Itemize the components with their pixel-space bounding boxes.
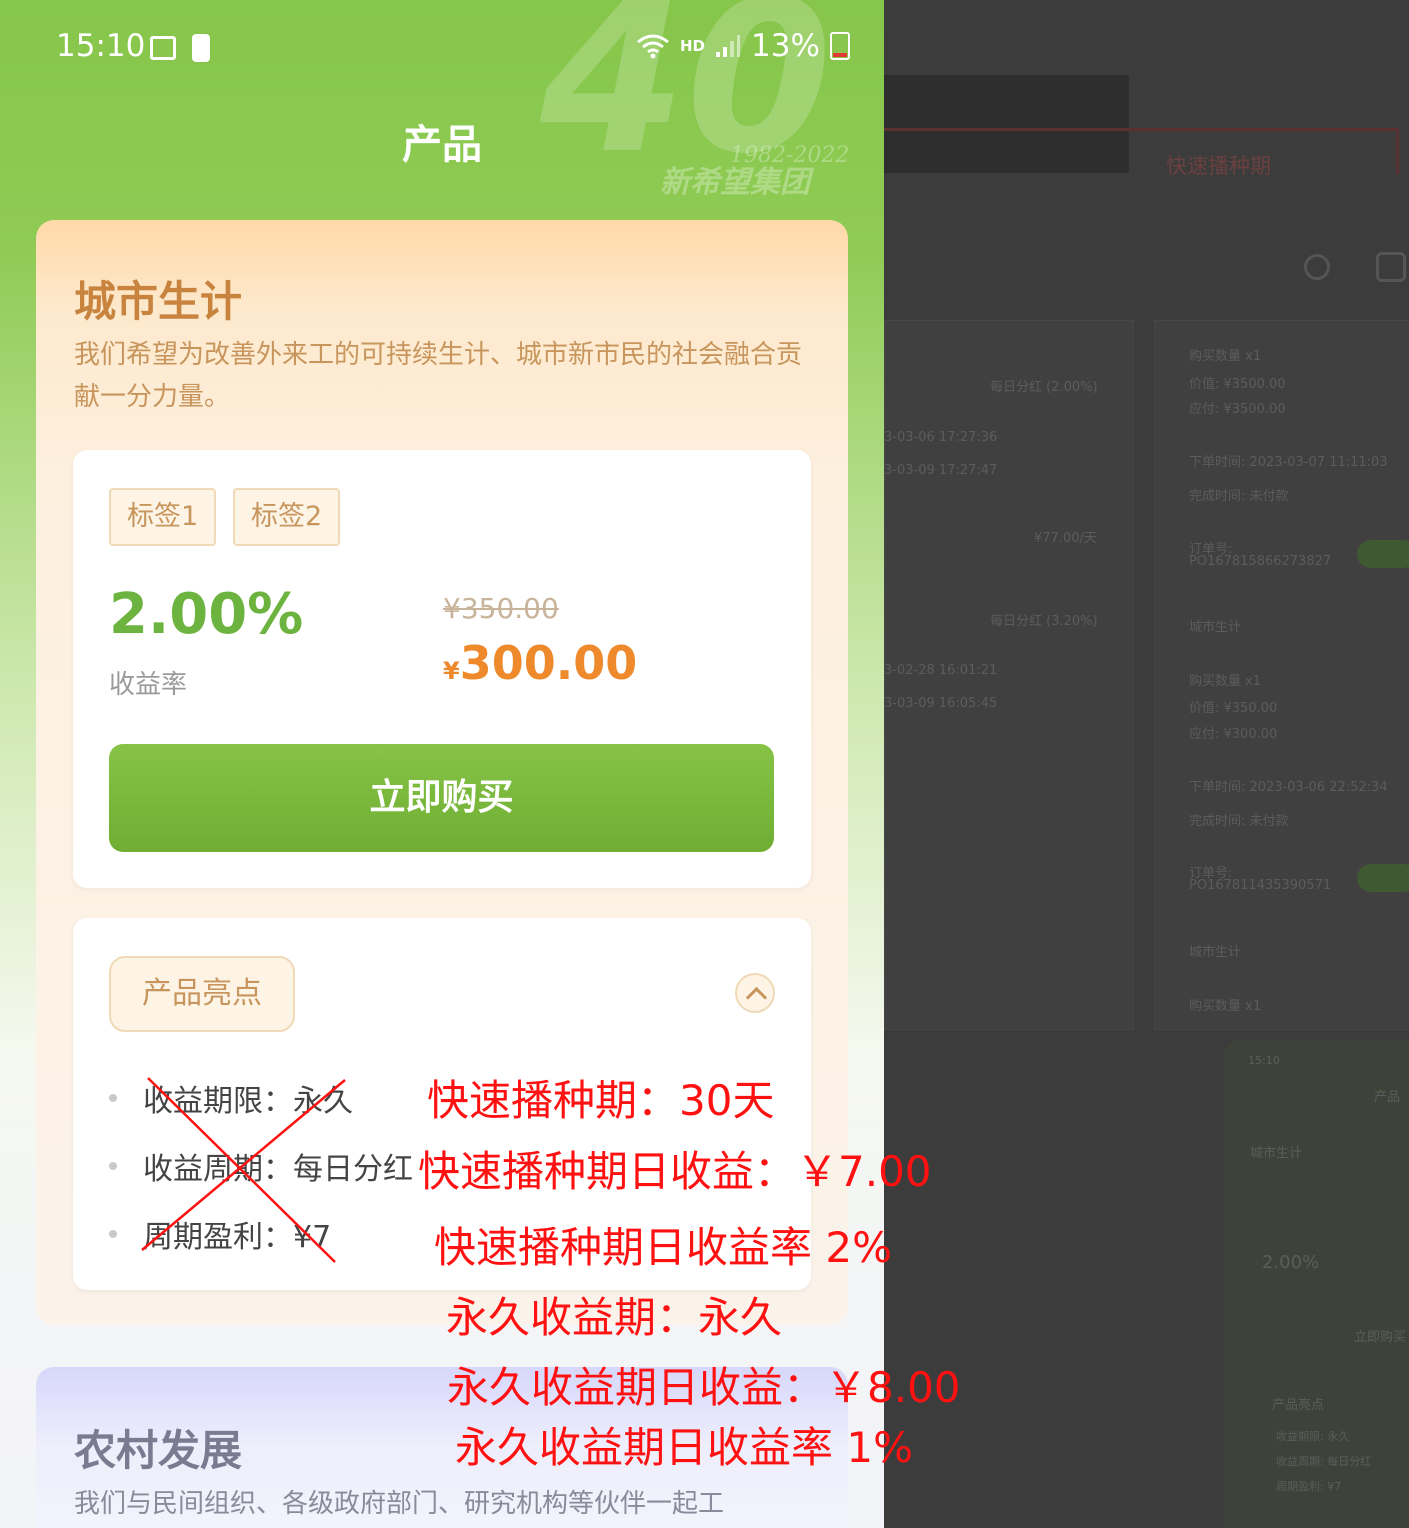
currency-symbol: ¥ — [443, 657, 460, 685]
current-price: ¥300.00 — [443, 636, 637, 690]
battery-percentage: 13% — [751, 28, 820, 64]
annotation-text: 永久收益期日收益：￥8.00 — [447, 1363, 961, 1412]
bg-text: 3-03-06 17:27:36 — [884, 430, 998, 445]
bg-text: 完成时间: 未付款 — [1189, 489, 1289, 504]
bg-text: 完成时间: 未付款 — [1189, 814, 1289, 829]
product-description: 我们希望为改善外来工的可持续生计、城市新市民的社会融合贡献一分力量。 — [74, 340, 803, 412]
bg-text: 每日分红 (3.20%) — [990, 614, 1098, 629]
bg-text: 收益期限: 永久 — [1276, 1430, 1350, 1443]
wifi-icon — [637, 34, 669, 59]
bg-text: 2.00% — [1262, 1252, 1320, 1273]
bg-text: 下单时间: 2023-03-07 11:11:03 — [1189, 455, 1388, 470]
original-price: ¥350.00 — [443, 592, 559, 625]
product-description: 我们与民间组织、各级政府部门、研究机构等伙伴一起工 — [74, 1489, 725, 1519]
bg-text: 每日分红 (2.00%) — [990, 380, 1098, 395]
background-tab-bar — [884, 75, 1129, 173]
bg-text: 周期盈利: ¥7 — [1276, 1480, 1342, 1493]
bg-text: 3-02-28 16:01:21 — [884, 663, 998, 678]
cross-out-mark — [141, 1077, 346, 1263]
highlights-title: 产品亮点 — [109, 956, 295, 1032]
product-tag: 标签2 — [233, 488, 341, 546]
price-amount: 300.00 — [459, 636, 638, 690]
bg-text: 应付: ¥300.00 — [1189, 727, 1278, 742]
battery-alert-icon — [192, 34, 210, 62]
phone-icon — [1376, 252, 1406, 282]
annotation-text: 快速播种期日收益：￥7.00 — [418, 1147, 932, 1196]
background-app-overlay: 快速播种期 每日分红 (2.00%) 3-03-06 17:27:36 3-03… — [884, 0, 1409, 1528]
bg-text: 应付: ¥3500.00 — [1189, 402, 1286, 417]
gallery-icon — [150, 36, 176, 60]
background-tab-label: 快速播种期 — [1166, 154, 1271, 178]
bg-text: 3-03-09 17:27:47 — [884, 463, 998, 478]
network-type-label: HD — [680, 37, 706, 55]
bg-text: 价值: ¥350.00 — [1189, 701, 1278, 716]
bg-text: PO167815866273827 — [1189, 554, 1332, 569]
bg-text: 购买数量 x1 — [1189, 999, 1262, 1014]
bg-text: 产品 — [1374, 1090, 1401, 1105]
annotation-text: 快速播种期：30天 — [427, 1076, 775, 1125]
bg-text: 收益周期: 每日分红 — [1276, 1455, 1372, 1468]
bg-text: 下单时间: 2023-03-06 22:52:34 — [1189, 780, 1388, 795]
page-title: 产品 — [402, 122, 482, 168]
bg-text: 城市生计 — [1189, 620, 1242, 635]
signal-icon — [716, 35, 741, 57]
bg-text: 城市生计 — [1250, 1146, 1303, 1161]
status-time: 15:10 — [56, 28, 146, 64]
background-mini-phone-preview: 15:10 产品 城市生计 2.00% 立即购买 产品亮点 收益期限: 永久 收… — [1224, 1040, 1409, 1528]
bg-text: 购买数量 x1 — [1189, 349, 1262, 364]
bg-text: 城市生计 — [1189, 945, 1242, 960]
bg-text: ¥77.00/天 — [1034, 531, 1097, 546]
annotation-text: 永久收益期：永久 — [446, 1293, 783, 1342]
buy-now-button[interactable]: 立即购买 — [109, 744, 774, 852]
bullet-icon — [109, 1094, 117, 1102]
annotation-text: 快速播种期日收益率 2% — [434, 1223, 892, 1272]
bg-text: 产品亮点 — [1272, 1398, 1325, 1413]
status-indicators: HD 13% — [636, 28, 850, 64]
background-tab-underline — [884, 128, 1399, 131]
bullet-icon — [109, 1162, 117, 1170]
price-panel: 标签1 标签2 2.00% 收益率 ¥350.00 ¥300.00 立即购买 — [73, 450, 811, 888]
watermark-org: 新希望集团 — [660, 165, 815, 200]
background-tab-divider — [1396, 128, 1399, 174]
bg-text: 立即购买 — [1354, 1330, 1407, 1345]
bg-text: 价值: ¥3500.00 — [1189, 377, 1286, 392]
battery-icon — [829, 32, 850, 60]
yield-rate-value: 2.00% — [109, 582, 304, 647]
product-title: 农村发展 — [74, 1426, 243, 1475]
bg-text: 15:10 — [1248, 1054, 1280, 1067]
product-title: 城市生计 — [74, 277, 243, 326]
bg-text: PO167811435390571 — [1189, 878, 1332, 893]
bg-action-pill — [1357, 864, 1409, 892]
chevron-up-icon[interactable] — [735, 973, 775, 1013]
bg-text: 3-03-09 16:05:45 — [884, 696, 998, 711]
bg-text: 购买数量 x1 — [1189, 674, 1262, 689]
bg-action-pill — [1357, 540, 1409, 568]
search-icon — [1304, 254, 1330, 280]
product-tag: 标签1 — [109, 488, 217, 546]
yield-rate-label: 收益率 — [109, 670, 188, 700]
annotation-text: 永久收益期日收益率 1% — [455, 1423, 913, 1472]
bullet-icon — [109, 1230, 117, 1238]
